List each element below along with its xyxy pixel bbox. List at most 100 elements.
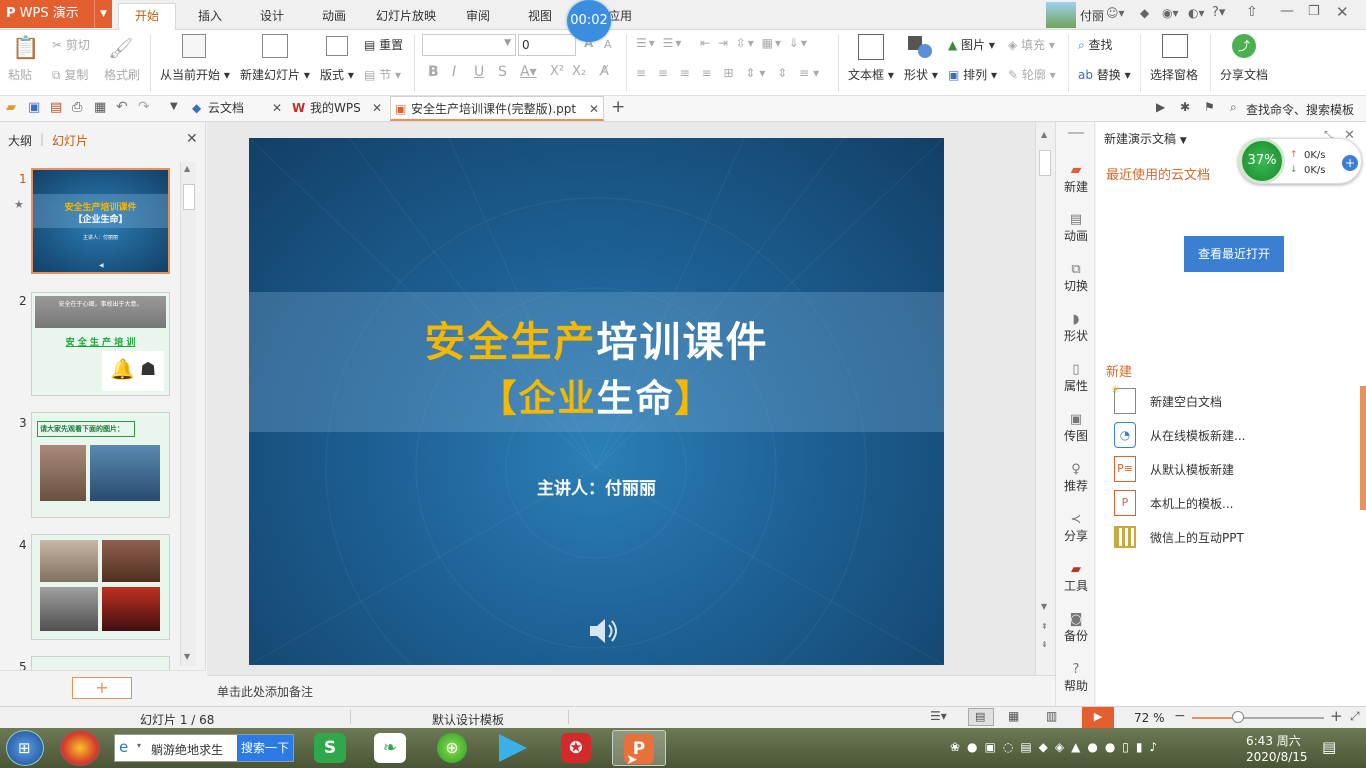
- zoom-in-icon[interactable]: +: [1330, 707, 1343, 725]
- save-icon[interactable]: ▣: [28, 100, 40, 115]
- play-from-current-icon[interactable]: [182, 34, 206, 58]
- bold-icon[interactable]: B: [428, 64, 439, 80]
- close-panel-icon[interactable]: ✕: [186, 131, 198, 147]
- normal-view-button[interactable]: ▤: [968, 708, 994, 726]
- print-icon[interactable]: ⎙: [72, 100, 82, 115]
- search-go-button[interactable]: 搜索一下: [237, 735, 293, 761]
- sidebar-item-transition[interactable]: ⧉ 切换: [1056, 262, 1096, 294]
- bullet-list-icon[interactable]: ☰▾ ☰▾: [636, 36, 683, 50]
- sidebar-item-animation[interactable]: ▤ 动画: [1056, 212, 1096, 244]
- task-pane-title[interactable]: 新建演示文稿 ▼: [1104, 130, 1187, 147]
- next-slide-icon[interactable]: ⇟: [1041, 640, 1048, 649]
- selection-pane-icon[interactable]: [1162, 34, 1188, 58]
- pin-icon[interactable]: ✱: [1180, 100, 1190, 114]
- outline-button[interactable]: ✎ 轮廓 ▾: [1008, 66, 1056, 83]
- reading-view-icon[interactable]: ▥: [1046, 709, 1057, 723]
- system-tray-icons[interactable]: ❀●▣◌▤◆◈▲●●▯▮♪: [950, 740, 1164, 754]
- textbox-icon[interactable]: [858, 34, 884, 60]
- slide-subtitle[interactable]: 【企业生命】: [249, 368, 944, 422]
- user-menu-icon[interactable]: ☺▾: [1106, 6, 1125, 20]
- sidebar-item-shape[interactable]: ◗ 形状: [1056, 312, 1096, 344]
- ie-search-text[interactable]: 躺游绝地求生: [151, 741, 223, 758]
- shadow-icon[interactable]: S: [498, 64, 507, 80]
- replace-button[interactable]: ab 替换 ▾: [1078, 66, 1131, 83]
- align-icons[interactable]: ≡ ≡ ≡ ≡ ⊞ ⇕▾ ⇕ ≡▾: [636, 66, 823, 80]
- selection-pane-button[interactable]: 选择窗格: [1150, 66, 1198, 83]
- scroll-down-icon[interactable]: ▼: [184, 652, 190, 661]
- help-icon[interactable]: ?▾: [1212, 5, 1225, 20]
- feedback-icon[interactable]: ◐▾: [1188, 6, 1205, 20]
- restore-ribbon-icon[interactable]: ⇧: [1246, 4, 1258, 20]
- print-preview-icon[interactable]: ▦: [94, 100, 106, 115]
- speaker-icon[interactable]: [587, 614, 623, 648]
- slide-title[interactable]: 安全生产培训课件: [249, 308, 944, 368]
- textbox-button[interactable]: 文本框 ▾: [848, 66, 894, 83]
- taskbar-app-wps-sheet[interactable]: S: [304, 730, 358, 766]
- slide-thumbnail-1[interactable]: 安全生产培训课件 【企业生命】 主讲人：付丽丽 ◀: [31, 168, 170, 274]
- prev-slide-icon[interactable]: ⇞: [1041, 622, 1048, 631]
- superscript-icon[interactable]: X²: [550, 64, 564, 79]
- format-painter-button[interactable]: 格式刷: [104, 66, 140, 83]
- italic-icon[interactable]: I: [452, 64, 456, 80]
- new-from-default-template-link[interactable]: 从默认模板新建: [1150, 461, 1234, 478]
- taskbar-app-player[interactable]: [488, 730, 542, 766]
- close-tab-icon[interactable]: ✕: [589, 97, 599, 121]
- flag-icon[interactable]: ⚑: [1204, 100, 1215, 114]
- scroll-up-icon[interactable]: ▲: [1041, 130, 1047, 139]
- template-name[interactable]: 默认设计模板: [432, 711, 504, 728]
- maximize-icon[interactable]: ❐: [1308, 4, 1320, 19]
- reset-button[interactable]: ▤ 重置: [364, 36, 403, 53]
- close-icon[interactable]: ✕: [1336, 3, 1349, 21]
- wechat-interactive-ppt-link[interactable]: 微信上的互动PPT: [1150, 529, 1244, 546]
- sidebar-item-tools[interactable]: ▰ 工具: [1056, 562, 1096, 594]
- tab-review[interactable]: 审阅: [452, 6, 504, 30]
- slide-thumbnail-3[interactable]: 请大家先观看下面的图片：: [31, 412, 170, 518]
- font-name-select[interactable]: ▼: [422, 34, 516, 56]
- underline-icon[interactable]: U: [474, 64, 484, 80]
- export-pdf-icon[interactable]: ▤: [50, 100, 62, 115]
- layout-icon[interactable]: [326, 36, 348, 56]
- memory-percent-badge[interactable]: 37%: [1239, 138, 1285, 184]
- font-color-icon[interactable]: A▾: [520, 64, 537, 80]
- current-slide[interactable]: 安全生产培训课件 【企业生命】 主讲人：付丽丽: [249, 138, 944, 665]
- sidebar-item-properties[interactable]: ▯ 属性: [1056, 362, 1096, 394]
- pane-edge-tab[interactable]: [1360, 386, 1366, 510]
- skin-icon[interactable]: ◆: [1140, 6, 1149, 20]
- qat-customize-icon[interactable]: ▼: [170, 101, 178, 112]
- notes-pane[interactable]: 单击此处添加备注: [207, 675, 1055, 706]
- new-from-online-template-link[interactable]: 从在线模板新建...: [1150, 427, 1245, 444]
- taskbar-app-browser[interactable]: ⊕: [426, 730, 480, 766]
- slide-panel-scrollbar[interactable]: ▲ ▼: [180, 162, 196, 666]
- chevron-down-icon[interactable]: ▼: [94, 0, 112, 28]
- from-current-button[interactable]: 从当前开始 ▾: [160, 66, 230, 83]
- new-slide-icon[interactable]: [262, 34, 288, 58]
- scrollbar-thumb[interactable]: [1039, 150, 1051, 176]
- wps-app-menu-button[interactable]: P WPS 演示 ▼: [0, 0, 112, 28]
- sidebar-item-backup[interactable]: ◙ 备份: [1056, 612, 1096, 644]
- ie-search-box[interactable]: e ▾ 躺游绝地求生 搜索一下: [114, 734, 294, 762]
- clear-format-icon[interactable]: A̸: [600, 64, 609, 79]
- slideshow-mini-icon[interactable]: ▶: [1156, 100, 1165, 114]
- notes-toggle-icon[interactable]: ☰▾: [930, 709, 947, 723]
- close-tab-icon[interactable]: ✕: [272, 96, 282, 120]
- share-doc-button[interactable]: 分享文档: [1220, 66, 1268, 83]
- start-button[interactable]: ⊞: [6, 730, 44, 766]
- slide-thumbnail-5[interactable]: [31, 656, 170, 670]
- slide-thumbnail-2[interactable]: 安全在于心细，事故出于大意。 安 全 生 产 培 训 🔔 ☗: [31, 292, 170, 396]
- settings-icon[interactable]: ◉▾: [1162, 6, 1179, 20]
- new-blank-doc-link[interactable]: 新建空白文档: [1150, 393, 1222, 410]
- arrange-button[interactable]: ▣ 排列 ▾: [948, 66, 997, 83]
- play-slideshow-button[interactable]: ▶: [1082, 707, 1114, 728]
- notification-icon[interactable]: ▤: [1322, 738, 1336, 756]
- subscript-icon[interactable]: X₂: [572, 64, 586, 79]
- zoom-out-icon[interactable]: −: [1174, 708, 1186, 724]
- notes-placeholder[interactable]: 单击此处添加备注: [217, 683, 313, 700]
- paste-icon[interactable]: 📋: [12, 36, 39, 61]
- doc-tab-cloud[interactable]: ◆ 云文档 ✕: [188, 96, 288, 121]
- slide-presenter[interactable]: 主讲人：付丽丽: [249, 474, 944, 499]
- redo-icon[interactable]: ↷: [138, 99, 150, 115]
- taskbar-app-wps-presentation[interactable]: P: [612, 730, 666, 766]
- slide-sorter-icon[interactable]: ▦: [1008, 709, 1019, 723]
- fill-button[interactable]: ◈ 填充 ▾: [1008, 36, 1055, 53]
- paste-button[interactable]: 粘贴: [8, 66, 32, 83]
